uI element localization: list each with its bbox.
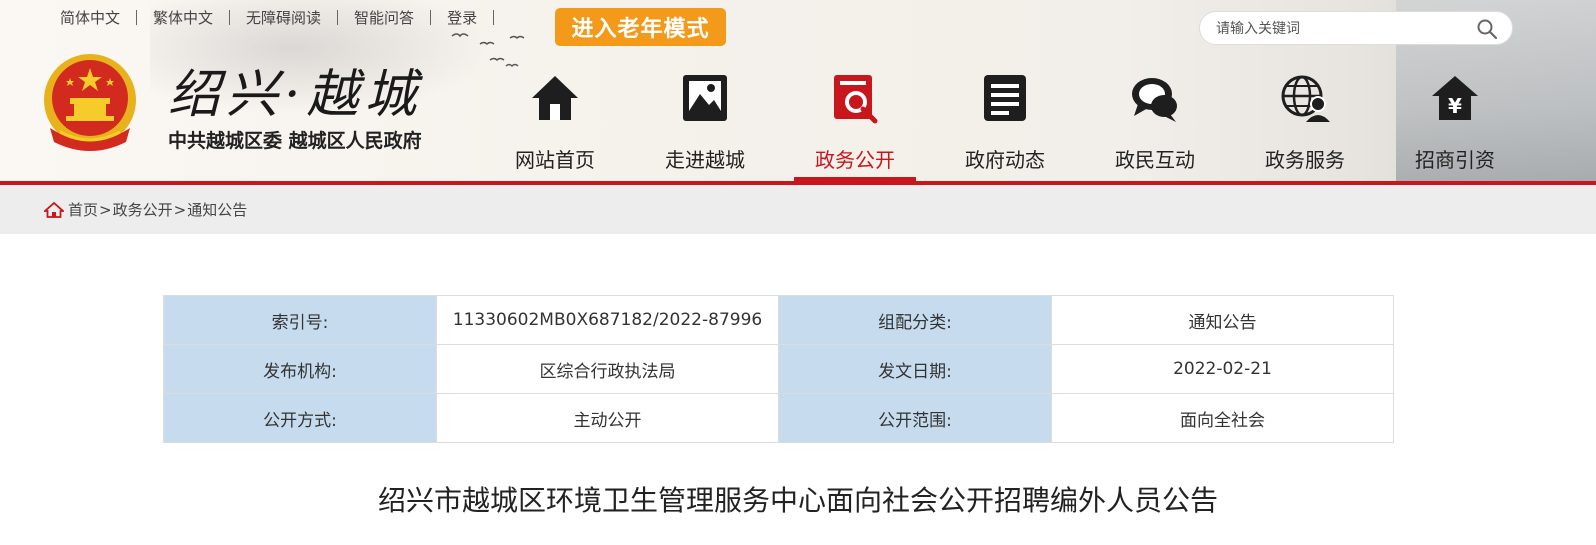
link-simplified-chinese[interactable]: 简体中文 (44, 7, 136, 28)
breadcrumb-gov-affairs[interactable]: 政务公开 (113, 199, 173, 220)
nav-item-gov-news[interactable]: 政府动态 (930, 64, 1080, 181)
meta-value-index: 11330602MB0X687182/2022-87996 (436, 295, 779, 345)
meta-label-disclosure-scope: 公开范围: (778, 393, 1052, 443)
nav-item-label: 政民互动 (1115, 148, 1195, 172)
nav-item-label: 政府动态 (965, 148, 1045, 172)
globe-user-icon (1281, 75, 1330, 122)
meta-value-date: 2022-02-21 (1051, 344, 1394, 394)
table-row: 公开方式: 主动公开 公开范围: 面向全社会 (163, 393, 1394, 443)
breadcrumb: 首页 > 政务公开 > 通知公告 (0, 185, 1596, 234)
document-search-icon (834, 75, 878, 124)
meta-value-publisher: 区综合行政执法局 (436, 344, 779, 394)
link-login[interactable]: 登录 (431, 7, 493, 28)
main-nav: 网站首页 走进越城 政务公开 政府动态 政民互动 政务服务 ¥ 招商引资 (480, 64, 1530, 181)
nav-item-label: 政务公开 (815, 148, 895, 172)
breadcrumb-separator: > (99, 200, 112, 219)
meta-label-publisher: 发布机构: (163, 344, 437, 394)
nav-item-label: 走进越城 (665, 148, 745, 172)
meta-value-category: 通知公告 (1051, 295, 1394, 345)
news-icon (984, 75, 1026, 121)
home-icon (532, 76, 578, 120)
divider (493, 9, 495, 25)
breadcrumb-notices[interactable]: 通知公告 (187, 199, 247, 220)
nav-item-label: 网站首页 (515, 148, 595, 172)
link-smart-qa[interactable]: 智能问答 (338, 7, 430, 28)
table-row: 发布机构: 区综合行政执法局 发文日期: 2022-02-21 (163, 344, 1394, 394)
document-meta-table: 索引号: 11330602MB0X687182/2022-87996 组配分类:… (163, 295, 1394, 443)
site-header: 简体中文 繁体中文 无障碍阅读 智能问答 登录 进入老年模式 绍兴·越城 中共越… (0, 0, 1596, 181)
national-emblem-icon[interactable] (40, 50, 140, 154)
meta-label-category: 组配分类: (778, 295, 1052, 345)
article-title: 绍兴市越城区环境卫生管理服务中心面向社会公开招聘编外人员公告 (377, 484, 1218, 517)
elder-mode-button[interactable]: 进入老年模式 (555, 8, 726, 46)
nav-item-investment[interactable]: ¥ 招商引资 (1380, 64, 1530, 181)
svg-text:¥: ¥ (1448, 94, 1462, 118)
nav-item-home[interactable]: 网站首页 (480, 64, 630, 181)
search-icon[interactable] (1476, 18, 1498, 40)
breadcrumb-home[interactable]: 首页 (68, 199, 98, 220)
nav-item-interaction[interactable]: 政民互动 (1080, 64, 1230, 181)
link-traditional-chinese[interactable]: 繁体中文 (137, 7, 229, 28)
meta-label-date: 发文日期: (778, 344, 1052, 394)
meta-value-disclosure-method: 主动公开 (436, 393, 779, 443)
meta-value-disclosure-scope: 面向全社会 (1051, 393, 1394, 443)
home-icon (44, 201, 64, 218)
nav-item-label: 招商引资 (1415, 148, 1495, 172)
nav-item-services[interactable]: 政务服务 (1230, 64, 1380, 181)
nav-item-about[interactable]: 走进越城 (630, 64, 780, 181)
top-utility-bar: 简体中文 繁体中文 无障碍阅读 智能问答 登录 (44, 6, 495, 28)
link-accessible-reading[interactable]: 无障碍阅读 (230, 7, 337, 28)
brand-subtitle: 中共越城区委 越城区人民政府 (168, 130, 422, 152)
table-row: 索引号: 11330602MB0X687182/2022-87996 组配分类:… (163, 295, 1394, 345)
brand-title: 绍兴·越城 (168, 65, 423, 125)
search-input[interactable] (1214, 18, 1458, 40)
meta-label-disclosure-method: 公开方式: (163, 393, 437, 443)
yuan-house-icon: ¥ (1432, 76, 1478, 120)
nav-item-gov-affairs[interactable]: 政务公开 (780, 64, 930, 181)
search-box (1199, 11, 1513, 45)
nav-item-label: 政务服务 (1265, 148, 1345, 172)
picture-icon (683, 75, 727, 121)
chat-icon (1132, 78, 1177, 122)
meta-label-index: 索引号: (163, 295, 437, 345)
breadcrumb-separator: > (173, 200, 187, 219)
